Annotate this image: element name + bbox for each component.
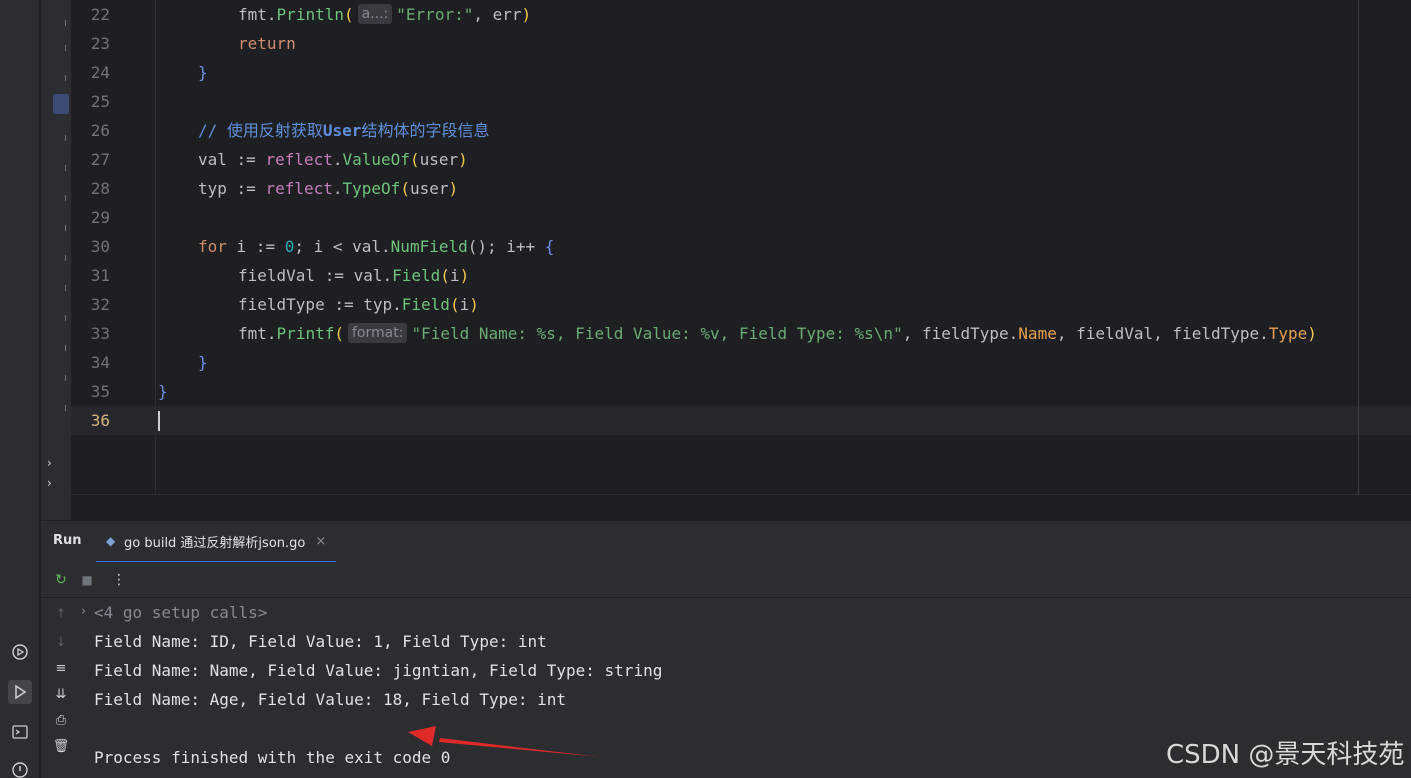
annotation-arrow bbox=[408, 726, 600, 757]
watermark: CSDN @景天科技苑 bbox=[1166, 740, 1405, 770]
